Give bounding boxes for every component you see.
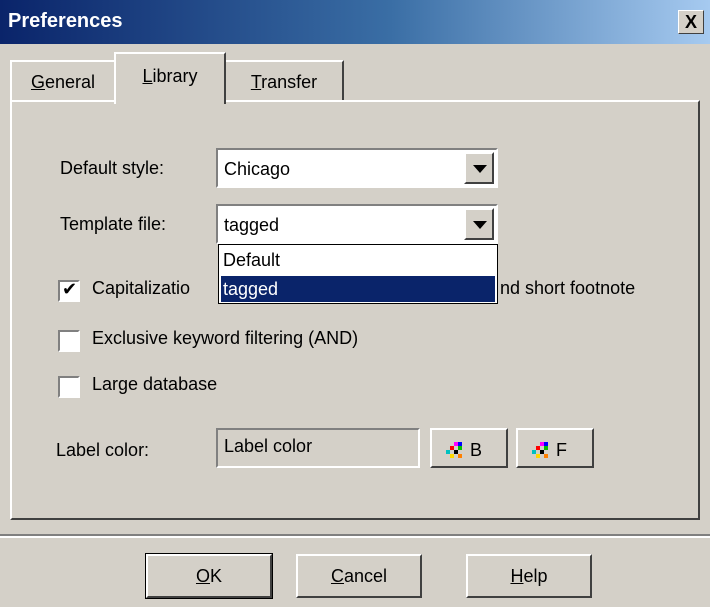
exclusive-keyword-checkbox[interactable] <box>58 330 80 352</box>
capitalization-label-right: nd short footnote <box>500 278 636 298</box>
preferences-dialog: Preferences X General Transfer Library D… <box>0 0 710 607</box>
help-button-label: Help <box>510 566 548 586</box>
label-color-preview-text: Label color <box>224 436 313 456</box>
label-color-label: Label color: <box>56 440 150 460</box>
color-palette-icon <box>446 442 462 458</box>
background-button-label: B <box>470 440 483 460</box>
template-file-label: Template file: <box>60 214 167 234</box>
checkmark-icon: ✔ <box>62 279 78 299</box>
footer-separator-highlight <box>0 536 710 538</box>
label-color-foreground-button[interactable]: F <box>516 428 594 468</box>
close-button[interactable]: X <box>678 10 704 34</box>
default-style-select[interactable]: Chicago <box>216 148 498 188</box>
tab-library[interactable]: Library <box>114 52 226 104</box>
tab-transfer-label: Transfer <box>250 72 318 92</box>
large-database-checkbox[interactable] <box>58 376 80 398</box>
help-button[interactable]: Help <box>466 554 592 598</box>
tab-transfer[interactable]: Transfer <box>224 60 344 100</box>
tab-library-label: Library <box>142 66 198 86</box>
chevron-down-icon[interactable] <box>464 152 494 184</box>
ok-button-label: OK <box>195 566 223 586</box>
title-bar: Preferences X <box>0 0 710 44</box>
label-color-background-button[interactable]: B <box>430 428 508 468</box>
large-database-label: Large database <box>92 374 218 394</box>
exclusive-keyword-label: Exclusive keyword filtering (AND) <box>92 328 359 348</box>
foreground-button-label: F <box>556 440 567 460</box>
dropdown-option-default[interactable]: Default <box>221 247 495 273</box>
chevron-down-icon[interactable] <box>464 208 494 240</box>
template-file-select[interactable]: tagged <box>216 204 498 244</box>
cancel-button-label: Cancel <box>330 566 388 586</box>
tab-general[interactable]: General <box>10 60 116 100</box>
close-icon: X <box>684 12 697 32</box>
template-file-value: tagged <box>224 215 280 235</box>
tab-general-label: General <box>30 72 96 92</box>
cancel-button[interactable]: Cancel <box>296 554 422 598</box>
default-style-value: Chicago <box>224 159 291 179</box>
ok-button[interactable]: OK <box>145 553 273 599</box>
template-file-dropdown: Default tagged <box>218 244 498 304</box>
default-style-label: Default style: <box>60 158 165 178</box>
window-title: Preferences <box>8 10 123 32</box>
capitalization-label-left: Capitalizatio <box>92 278 191 298</box>
capitalization-checkbox[interactable]: ✔ <box>58 279 80 302</box>
color-palette-icon <box>532 442 548 458</box>
label-color-preview: Label color <box>216 428 420 468</box>
dropdown-option-tagged[interactable]: tagged <box>220 275 496 303</box>
